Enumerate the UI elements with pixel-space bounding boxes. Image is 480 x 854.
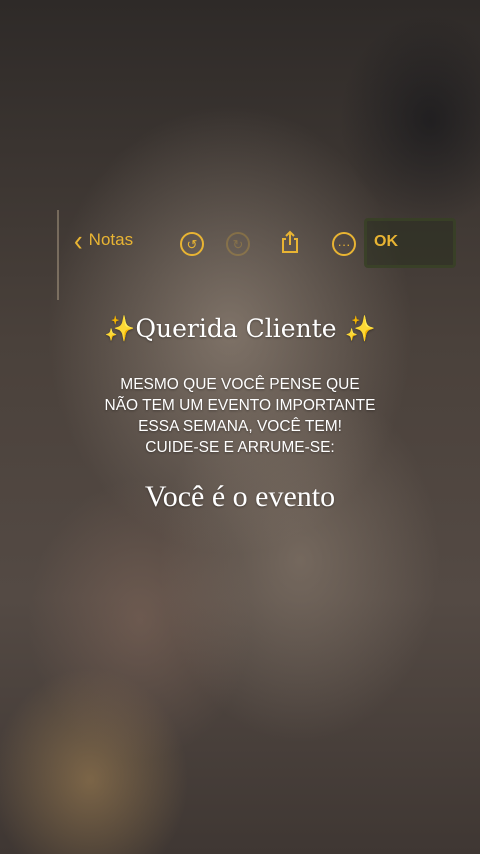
message-line: CUIDE-SE E ARRUME-SE: [145,439,335,456]
message-line: MESMO QUE VOCÊ PENSE QUE [120,376,360,393]
share-button[interactable] [280,230,300,254]
more-icon: ··· [332,232,356,256]
note-message: MESMO QUE VOCÊ PENSE QUE NÃO TEM UM EVEN… [0,374,480,458]
message-line: ESSA SEMANA, VOCÊ TEM! [138,418,342,435]
done-button[interactable]: OK [374,233,398,251]
note-title: ✨Querida Cliente ✨ [0,314,480,344]
back-button[interactable]: ‹ Notas [74,222,134,258]
back-label: Notas [88,230,134,249]
undo-button[interactable]: ↺ [180,232,204,256]
share-icon [282,230,298,253]
more-button[interactable]: ··· [332,232,356,256]
sparkle-icon: ✨ [104,314,136,343]
chevron-left-icon: ‹ [74,222,83,258]
notes-toolbar: ‹ Notas ↺ ↻ ··· OK [0,222,480,262]
redo-button[interactable]: ↻ [226,232,250,256]
undo-icon: ↺ [180,232,204,256]
redo-icon: ↻ [226,232,250,256]
note-tagline: Você é o evento [144,480,336,513]
sparkle-icon: ✨ [344,314,376,343]
note-title-text: Querida Cliente [135,314,337,343]
message-line: NÃO TEM UM EVENTO IMPORTANTE [104,397,376,414]
